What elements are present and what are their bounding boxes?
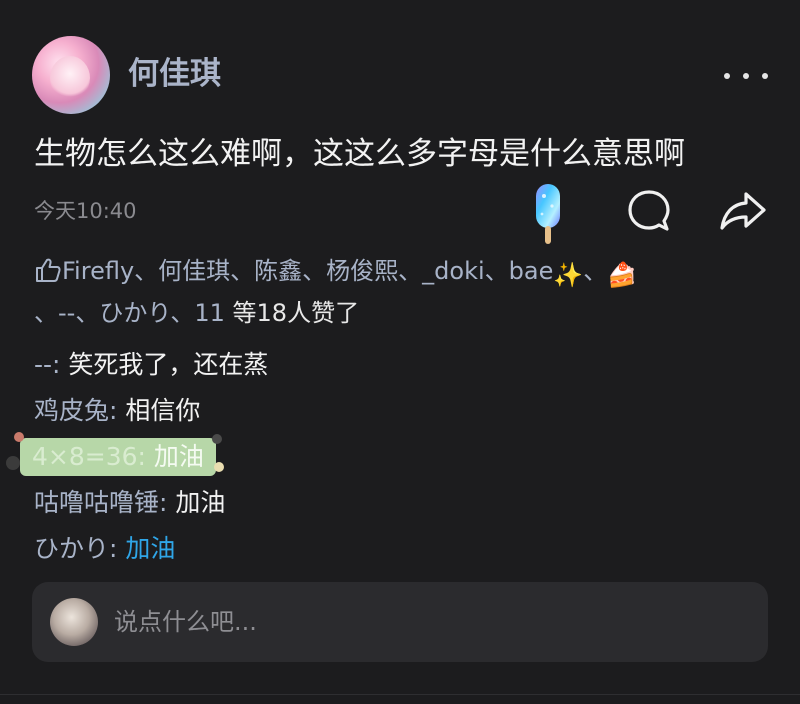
flower-decoration xyxy=(213,462,224,472)
comment-item[interactable]: --: 笑死我了，还在蒸 xyxy=(34,342,268,388)
comment-input-box[interactable]: 说点什么吧... xyxy=(32,582,768,662)
comment-item[interactable]: ひかり: 加油 xyxy=(34,526,268,572)
comment-list: --: 笑死我了，还在蒸 鸡皮兔: 相信你 4×8=36: 加油 咕噜咕噜锤: … xyxy=(6,342,268,572)
comment-bubble-highlight: 4×8=36: 加油 xyxy=(6,432,224,476)
flower-decoration xyxy=(14,432,24,442)
comment-item[interactable]: 4×8=36: 加油 xyxy=(6,432,268,480)
comment-bubble-icon[interactable] xyxy=(626,188,672,234)
divider xyxy=(0,694,800,695)
likes-separator: 、 xyxy=(583,257,608,285)
comment-item[interactable]: 鸡皮兔: 相信你 xyxy=(34,388,268,434)
post-content: 生物怎么这么难啊，这这么多字母是什么意思啊 xyxy=(34,136,685,172)
author-avatar[interactable] xyxy=(32,36,110,114)
post-time: 今天10:40 xyxy=(34,199,137,223)
comment-author[interactable]: -- xyxy=(34,350,52,379)
more-dots-icon[interactable] xyxy=(724,60,768,92)
likes-names-line2[interactable]: 、--、ひかり、11 xyxy=(34,299,225,327)
comment-author[interactable]: ひかり xyxy=(34,534,109,563)
likes-names-line1[interactable]: Firefly、何佳琪、陈鑫、杨俊熙、_doki、bae xyxy=(62,257,553,285)
thumbs-up-icon[interactable] xyxy=(34,257,62,283)
cat-decoration xyxy=(6,456,20,470)
user-avatar xyxy=(50,598,98,646)
author-name[interactable]: 何佳琪 xyxy=(128,54,221,94)
comment-text: 加油 xyxy=(125,534,176,563)
cake-emoji: 🍰 xyxy=(607,261,638,289)
comment-text: 相信你 xyxy=(125,396,201,425)
comment-input-placeholder[interactable]: 说点什么吧... xyxy=(114,604,257,640)
comment-author[interactable]: 咕噜咕噜锤 xyxy=(34,488,159,517)
share-arrow-icon[interactable] xyxy=(718,188,768,234)
comment-author[interactable]: 鸡皮兔 xyxy=(34,396,109,425)
comment-item[interactable]: 咕噜咕噜锤: 加油 xyxy=(34,480,268,526)
comment-text: 加油 xyxy=(175,488,226,517)
sparkles-emoji: ✨ xyxy=(553,261,584,289)
comment-author[interactable]: 4×8=36 xyxy=(32,442,138,471)
cat-decoration xyxy=(211,434,222,444)
popsicle-icon[interactable] xyxy=(532,184,564,244)
likes-count-text: 等18人赞了 xyxy=(224,299,360,327)
comment-text: 笑死我了，还在蒸 xyxy=(68,350,269,379)
likes-list: Firefly、何佳琪、陈鑫、杨俊熙、_doki、bae✨、🍰 、--、ひかり、… xyxy=(34,252,774,332)
comment-text: 加油 xyxy=(153,442,204,471)
